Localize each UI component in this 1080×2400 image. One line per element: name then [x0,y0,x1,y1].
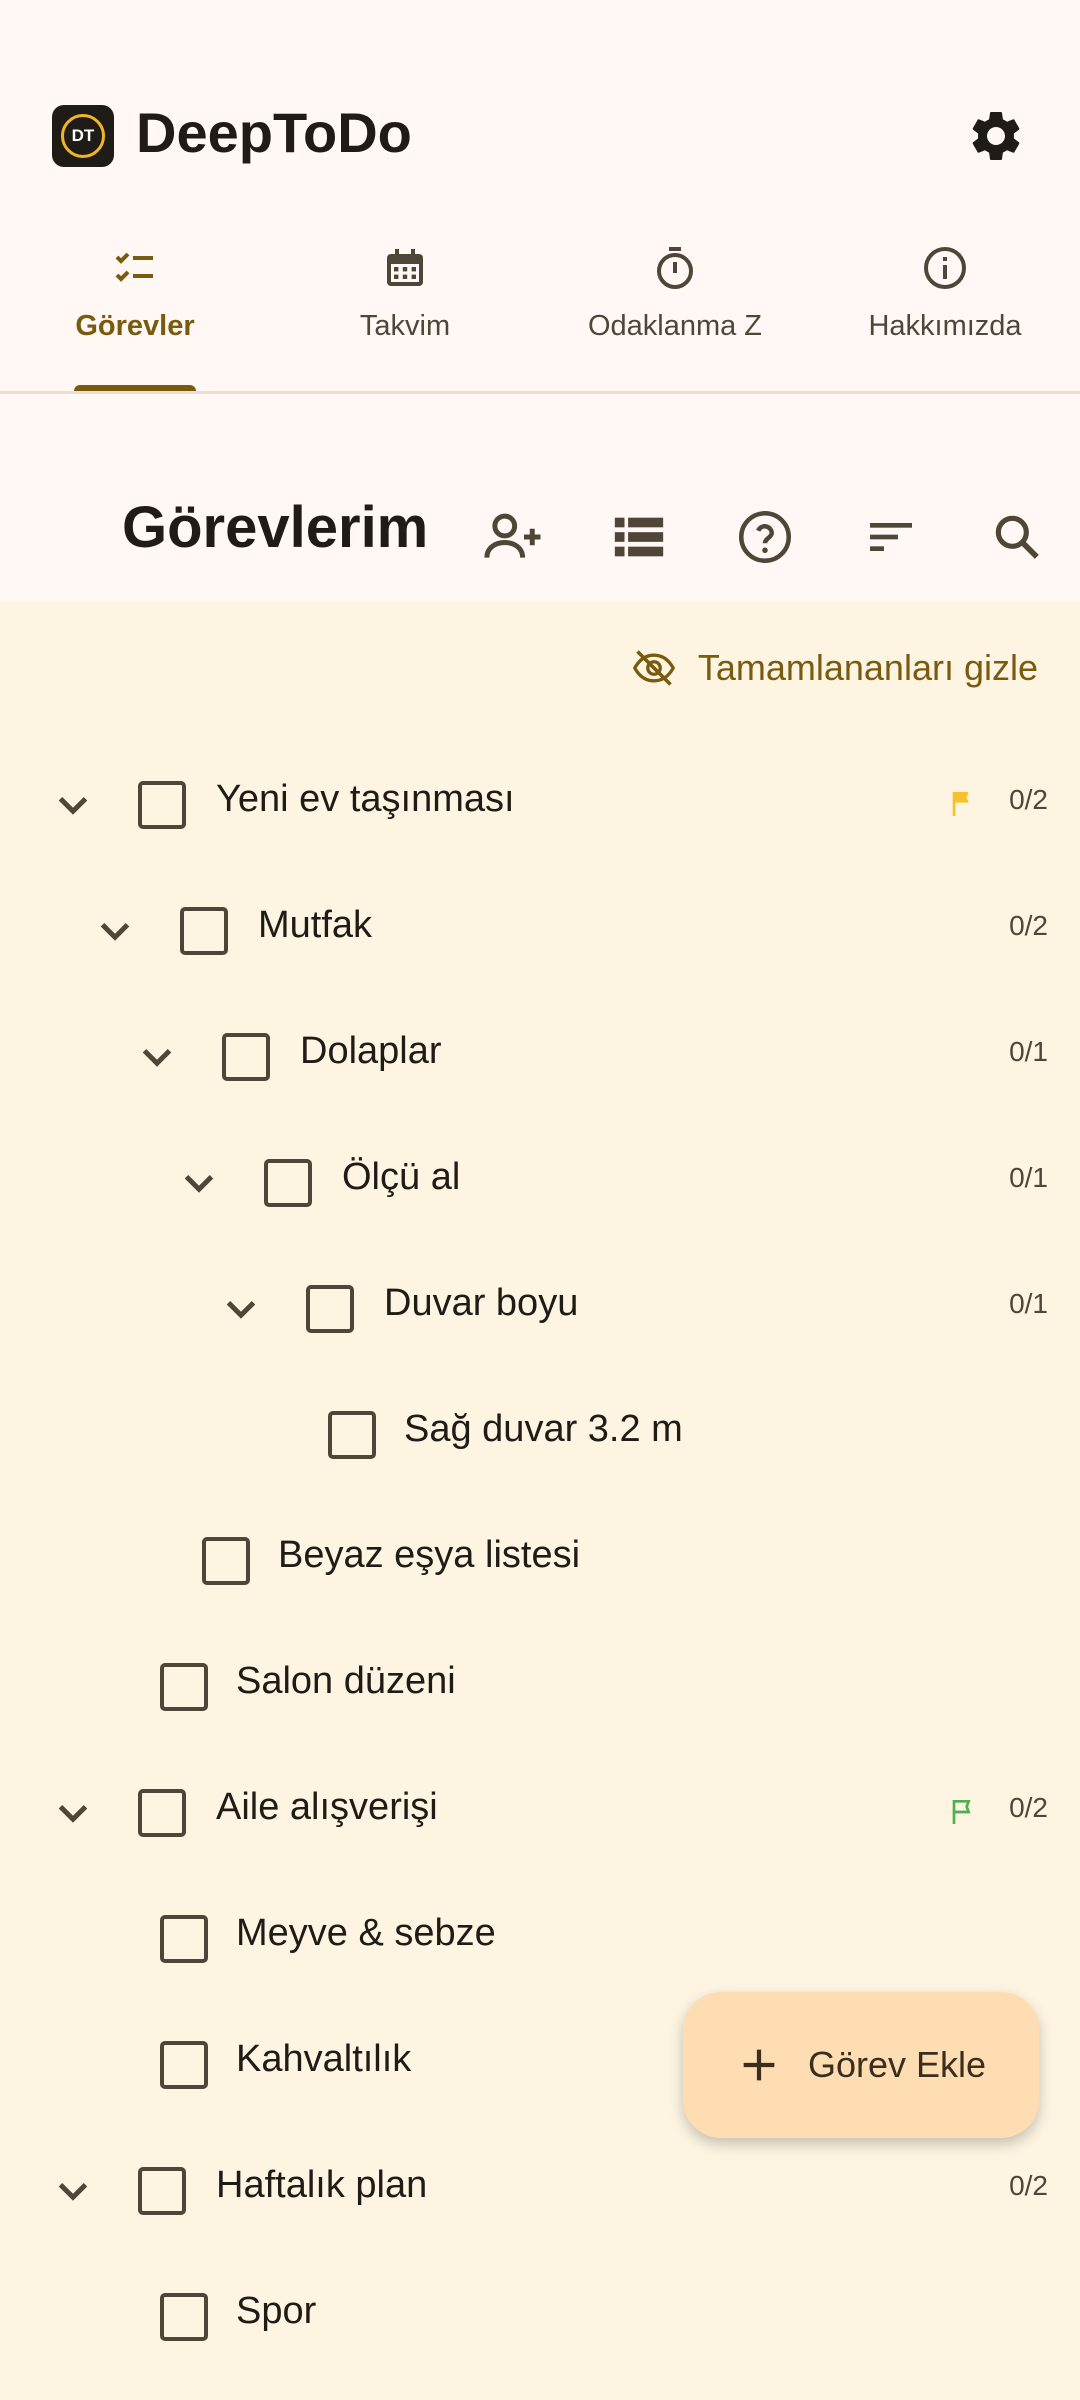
task-label: Kahvaltılık [236,2038,412,2080]
task-label: Sağ duvar 3.2 m [404,1408,683,1450]
task-label: Salon düzeni [236,1660,456,1702]
subtask-count: 0/1 [1009,1288,1048,1319]
subtask-count: 0/2 [1009,910,1048,941]
info-icon [924,247,966,289]
page-title: Görevlerim [122,495,429,560]
task-label: Dolaplar [300,1030,442,1072]
chevron-down-icon[interactable] [48,780,98,830]
task-label: Ölçü al [342,1156,461,1198]
share-button[interactable] [478,502,548,572]
task-checkbox[interactable] [138,781,186,829]
tab-takvim[interactable]: Takvim [270,230,540,390]
checklist-icon [115,252,153,282]
tab-label: Odaklanma Z [587,310,763,342]
task-checkbox[interactable] [306,1285,354,1333]
task-row[interactable]: Salon düzeni [0,1624,1080,1750]
task-row[interactable]: Ölçü al 0/1 [0,1120,1080,1246]
task-checkbox[interactable] [138,1789,186,1837]
chevron-down-icon[interactable] [216,1284,266,1334]
list-view-icon [614,517,664,557]
person-add-icon [484,513,541,558]
task-label: Aile alışverişi [216,1786,438,1828]
view-list-button[interactable] [604,502,674,572]
task-checkbox[interactable] [160,2293,208,2341]
task-label: Beyaz eşya listesi [278,1534,581,1576]
subtask-count: 0/2 [1009,784,1048,815]
chevron-down-icon[interactable] [48,2166,98,2216]
plus-icon [743,2049,775,2081]
task-checkbox[interactable] [138,2167,186,2215]
logo-text: DT [61,114,105,158]
gear-icon [972,111,1020,160]
task-label: Yeni ev taşınması [216,778,515,820]
app-title: DeepToDo [136,101,412,164]
hide-completed-button[interactable]: Tamamlananları gizle [632,634,1038,702]
chevron-down-icon[interactable] [48,1788,98,1838]
tab-label: Takvim [359,310,451,342]
search-icon [995,515,1039,559]
task-label: Duvar boyu [384,1282,579,1324]
task-checkbox[interactable] [160,2041,208,2089]
subtask-count: 0/1 [1009,1162,1048,1193]
chevron-down-icon[interactable] [174,1158,224,1208]
page-header: Görevlerim [0,394,1080,602]
task-checkbox[interactable] [328,1411,376,1459]
calendar-icon [387,249,423,286]
tab-hakkimizda[interactable]: Hakkımızda [810,230,1080,390]
flag-icon [952,792,969,816]
tab-gorevler[interactable]: Görevler [0,230,270,390]
task-row[interactable]: Spor [0,2254,1080,2380]
hide-completed-label: Tamamlananları gizle [697,647,1038,688]
flag-outline-icon [952,1800,971,1824]
settings-button[interactable] [966,106,1026,166]
task-checkbox[interactable] [222,1033,270,1081]
add-task-button[interactable]: Görev Ekle [683,1992,1039,2138]
task-row[interactable]: Beyaz eşya listesi [0,1498,1080,1624]
help-button[interactable] [730,502,800,572]
tab-label: Hakkımızda [868,310,1022,342]
tab-bar: Görevler Takvim Odaklanma Z Hakkımızda [0,230,1080,390]
task-row[interactable]: Aile alışverişi 0/2 [0,1750,1080,1876]
task-label: Spor [236,2290,317,2332]
task-row[interactable]: Duvar boyu 0/1 [0,1246,1080,1372]
visibility-off-icon [632,650,675,686]
app-logo: DT [52,105,114,167]
task-row[interactable]: Mutfak 0/2 [0,868,1080,994]
add-task-label: Görev Ekle [807,2044,987,2085]
task-row[interactable]: Yeni ev taşınması 0/2 [0,742,1080,868]
task-label: Mutfak [258,904,373,946]
task-checkbox[interactable] [202,1537,250,1585]
subtask-count: 0/2 [1009,2170,1048,2201]
chevron-down-icon[interactable] [132,1032,182,1082]
task-label: Haftalık plan [216,2164,428,2206]
task-row[interactable]: Dolaplar 0/1 [0,994,1080,1120]
search-button[interactable] [982,502,1052,572]
chevron-down-icon[interactable] [90,906,140,956]
app-bar: DT DeepToDo Görevler Takvim Odaklanma Z … [0,0,1080,394]
tab-label: Görevler [75,310,195,342]
task-row[interactable]: Haftalık plan 0/2 [0,2128,1080,2254]
sort-icon [870,523,912,551]
help-icon [739,511,791,563]
task-checkbox[interactable] [264,1159,312,1207]
task-row[interactable]: Sağ duvar 3.2 m [0,1372,1080,1498]
task-row[interactable]: Meyve & sebze [0,1876,1080,2002]
task-checkbox[interactable] [160,1663,208,1711]
subtask-count: 0/2 [1009,1792,1048,1823]
subtask-count: 0/1 [1009,1036,1048,1067]
sort-button[interactable] [856,502,926,572]
task-label: Meyve & sebze [236,1912,496,1954]
task-checkbox[interactable] [160,1915,208,1963]
task-checkbox[interactable] [180,907,228,955]
timer-icon [657,247,693,289]
tab-odaklanma[interactable]: Odaklanma Z [540,230,810,390]
